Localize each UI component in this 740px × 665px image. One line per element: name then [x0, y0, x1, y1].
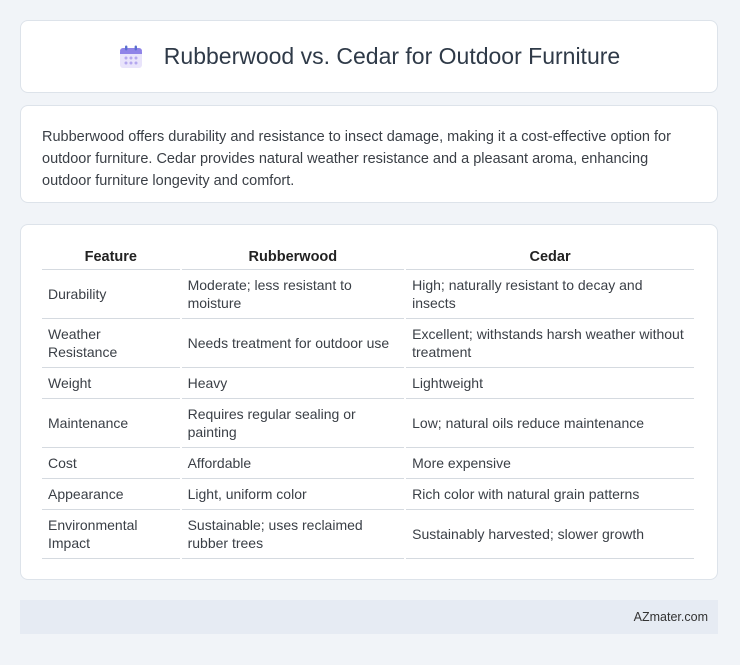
- table-cell: Needs treatment for outdoor use: [181, 319, 405, 368]
- table-row: Environmental Impact Sustainable; uses r…: [42, 510, 694, 559]
- table-cell: Weight: [42, 368, 180, 399]
- table-cell: Low; natural oils reduce maintenance: [406, 399, 694, 448]
- table-cell: Weather Resistance: [42, 319, 180, 368]
- table-cell: Durability: [42, 270, 180, 319]
- table-row: Maintenance Requires regular sealing or …: [42, 399, 694, 448]
- table-cell: Cost: [42, 448, 180, 479]
- description-card: Rubberwood offers durability and resista…: [20, 105, 718, 203]
- footer: AZmater.com: [20, 600, 718, 634]
- table-cell: Excellent; withstands harsh weather with…: [406, 319, 694, 368]
- table-cell: Heavy: [181, 368, 405, 399]
- footer-brand: AZmater.com: [633, 610, 708, 624]
- header-feature: Feature: [42, 245, 180, 270]
- table-cell: Moderate; less resistant to moisture: [181, 270, 405, 319]
- table-cell: Affordable: [181, 448, 405, 479]
- table-row: Weight Heavy Lightweight: [42, 368, 694, 399]
- comparison-table: Feature Rubberwood Cedar Durability Mode…: [40, 245, 696, 559]
- page-title: Rubberwood vs. Cedar for Outdoor Furnitu…: [163, 43, 621, 69]
- table-header-row: Feature Rubberwood Cedar: [42, 245, 694, 270]
- table-cell: More expensive: [406, 448, 694, 479]
- table-row: Durability Moderate; less resistant to m…: [42, 270, 694, 319]
- table-cell: Requires regular sealing or painting: [181, 399, 405, 448]
- table-cell: Rich color with natural grain patterns: [406, 479, 694, 510]
- comparison-card: Feature Rubberwood Cedar Durability Mode…: [20, 224, 718, 580]
- table-cell: Appearance: [42, 479, 180, 510]
- calendar-icon: [118, 44, 144, 70]
- table-row: Cost Affordable More expensive: [42, 448, 694, 479]
- table-row: Weather Resistance Needs treatment for o…: [42, 319, 694, 368]
- table-cell: Lightweight: [406, 368, 694, 399]
- description-text: Rubberwood offers durability and resista…: [42, 129, 671, 189]
- header-rubberwood: Rubberwood: [181, 245, 405, 270]
- header-cedar: Cedar: [406, 245, 694, 270]
- table-cell: Sustainable; uses reclaimed rubber trees: [181, 510, 405, 559]
- table-cell: Maintenance: [42, 399, 180, 448]
- table-cell: Environmental Impact: [42, 510, 180, 559]
- table-row: Appearance Light, uniform color Rich col…: [42, 479, 694, 510]
- title-card: Rubberwood vs. Cedar for Outdoor Furnitu…: [20, 20, 718, 93]
- table-cell: Light, uniform color: [181, 479, 405, 510]
- table-cell: High; naturally resistant to decay and i…: [406, 270, 694, 319]
- table-cell: Sustainably harvested; slower growth: [406, 510, 694, 559]
